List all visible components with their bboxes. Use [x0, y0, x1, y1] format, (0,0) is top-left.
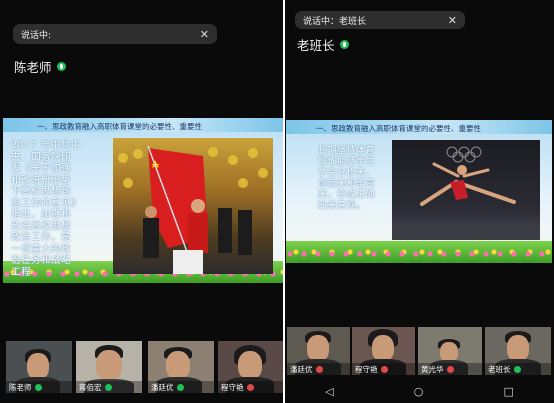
microphone-icon — [339, 40, 349, 49]
flag-bearer-illustration — [118, 145, 268, 274]
participant-label: 黄光华 — [418, 363, 482, 375]
speaking-status-bar: 说话中：老班长 ✕ — [295, 11, 465, 29]
microphone-muted-icon — [246, 383, 254, 391]
slide-title: 一、思政教育融入高职体育课堂的必要性、重要性 — [316, 124, 481, 133]
participant-tile[interactable]: 程守艳 — [218, 341, 283, 393]
left-phone-screen: 说话中: ✕ 陈老师 一、思政教育融入高职体育课堂的必要性、重要性 2017 年… — [0, 0, 283, 403]
close-icon[interactable]: ✕ — [200, 28, 209, 41]
gymnast-photo — [392, 140, 540, 240]
android-nav-bar: ◁ ○ □ — [285, 381, 554, 401]
microphone-icon — [56, 62, 66, 71]
participant-tile[interactable]: 黄光华 — [418, 327, 482, 375]
participant-tile[interactable]: 陈老师 — [6, 341, 72, 393]
close-icon[interactable]: ✕ — [448, 14, 457, 27]
participant-tile[interactable]: 老班长 — [485, 327, 551, 375]
speaking-status-text: 说话中：老班长 — [303, 16, 367, 27]
participant-label: 陈老师 — [6, 381, 72, 393]
microphone-icon — [104, 383, 112, 391]
slide-body-text: 长期坚持体育 锻炼能使学生 学会分析美、 创造美和鉴赏 美，形成正确 的美育观。 — [318, 146, 376, 211]
right-phone-screen: 说话中：老班长 ✕ 老班长 一、思政教育融入高职体育课堂的必要性、重要性 长期坚… — [285, 0, 554, 403]
microphone-icon — [513, 365, 521, 373]
recent-apps-icon[interactable]: □ — [504, 385, 514, 398]
back-icon[interactable]: ◁ — [325, 385, 333, 398]
slide-body-text: 2017 年中共中 央、国务院印 发《关于加强 和改进新形势 下高校思想政 治工… — [11, 140, 82, 278]
speaking-status-bar: 说话中: ✕ — [13, 24, 217, 44]
participant-label: 老班长 — [485, 363, 551, 375]
participant-label: 程守艳 — [352, 363, 415, 375]
participant-tile[interactable]: 潘廷优 — [148, 341, 214, 393]
active-speaker-name: 陈老师 — [14, 60, 52, 75]
slide-title: 一、思政教育融入高职体育课堂的必要性、重要性 — [37, 122, 202, 131]
gymnast-illustration — [392, 146, 540, 240]
active-speaker: 老班长 — [297, 35, 349, 54]
microphone-muted-icon — [446, 365, 454, 373]
participant-tile[interactable]: 蒋佰宏 — [76, 341, 142, 393]
active-speaker-name: 老班长 — [297, 38, 335, 53]
microphone-muted-icon — [315, 365, 323, 373]
speaking-status-text: 说话中: — [21, 30, 52, 41]
participant-label: 蒋佰宏 — [76, 381, 142, 393]
participant-label: 潘廷优 — [148, 381, 214, 393]
participant-tile[interactable]: 程守艳 — [352, 327, 415, 375]
participant-tile[interactable]: 潘廷优 — [287, 327, 350, 375]
home-icon[interactable]: ○ — [414, 385, 424, 398]
shared-slide: 一、思政教育融入高职体育课堂的必要性、重要性 2017 年中共中 央、国务院印 … — [3, 118, 283, 283]
participant-label: 程守艳 — [218, 381, 283, 393]
flag-bearer-photo — [113, 138, 273, 274]
microphone-icon — [176, 383, 184, 391]
participant-label: 潘廷优 — [287, 363, 350, 375]
active-speaker: 陈老师 — [14, 57, 66, 76]
shared-slide: 一、思政教育融入高职体育课堂的必要性、重要性 长期坚持体育 锻炼能使学生 学会分… — [286, 120, 552, 263]
microphone-muted-icon — [380, 365, 388, 373]
microphone-icon — [34, 383, 42, 391]
